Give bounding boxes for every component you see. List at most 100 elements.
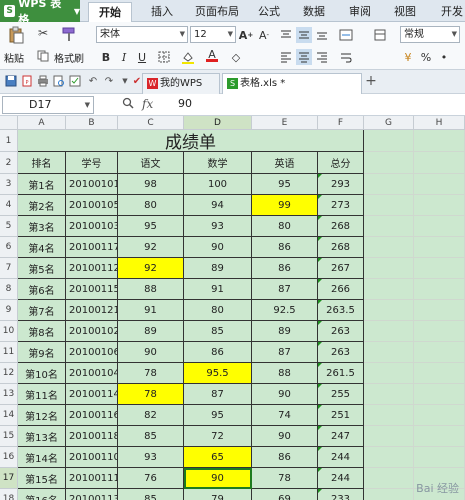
print-preview-icon[interactable] [52, 74, 66, 88]
cell[interactable] [414, 384, 465, 405]
table-cell[interactable]: 80 [184, 300, 252, 321]
table-cell[interactable]: 92 [118, 258, 184, 279]
cell-format-icon[interactable] [372, 27, 388, 43]
table-cell[interactable]: 87 [252, 279, 318, 300]
cell[interactable] [414, 130, 465, 152]
table-cell[interactable]: 87 [252, 342, 318, 363]
function-icon[interactable]: fx [142, 97, 153, 111]
wrap-text-icon[interactable] [338, 49, 354, 65]
table-cell[interactable]: 第10名 [18, 363, 66, 384]
row-header[interactable]: 7 [0, 258, 18, 279]
align-middle-icon[interactable] [296, 27, 312, 43]
table-cell[interactable]: 93 [118, 447, 184, 468]
row-header[interactable]: 10 [0, 321, 18, 342]
table-cell[interactable]: 20100102 [66, 321, 118, 342]
cell[interactable] [414, 363, 465, 384]
align-center-icon[interactable] [296, 49, 312, 65]
table-cell[interactable]: 267 [318, 258, 364, 279]
table-cell[interactable]: 第12名 [18, 405, 66, 426]
column-title-cell[interactable]: 总分 [318, 152, 364, 174]
table-cell[interactable]: 第1名 [18, 174, 66, 195]
cell[interactable] [364, 342, 414, 363]
border-icon[interactable] [156, 49, 172, 65]
table-cell[interactable]: 20100118 [66, 426, 118, 447]
cell[interactable] [364, 300, 414, 321]
table-cell[interactable]: 78 [252, 468, 318, 489]
table-cell[interactable]: 93 [184, 216, 252, 237]
table-cell[interactable]: 86 [184, 342, 252, 363]
column-header[interactable]: D [184, 116, 252, 130]
align-bottom-icon[interactable] [314, 27, 330, 43]
table-cell[interactable]: 92 [118, 237, 184, 258]
table-cell[interactable]: 268 [318, 216, 364, 237]
table-cell[interactable]: 244 [318, 468, 364, 489]
cell[interactable] [414, 152, 465, 174]
table-cell[interactable]: 20100111 [66, 468, 118, 489]
cell[interactable] [364, 468, 414, 489]
table-cell[interactable]: 第8名 [18, 321, 66, 342]
cell[interactable] [364, 489, 414, 500]
table-cell[interactable]: 89 [252, 321, 318, 342]
cell[interactable] [364, 237, 414, 258]
table-cell[interactable]: 85 [118, 489, 184, 500]
cell[interactable] [414, 447, 465, 468]
fill-color-icon[interactable] [180, 49, 196, 65]
table-cell[interactable]: 94 [184, 195, 252, 216]
cell[interactable] [414, 237, 465, 258]
new-tab-icon[interactable]: + [364, 73, 378, 89]
cell[interactable] [414, 321, 465, 342]
table-cell[interactable]: 91 [118, 300, 184, 321]
cell[interactable] [364, 384, 414, 405]
format-painter-icon[interactable] [60, 25, 78, 43]
table-cell[interactable]: 76 [118, 468, 184, 489]
sheet-title[interactable]: 成绩单 [18, 130, 364, 152]
table-cell[interactable]: 第13名 [18, 426, 66, 447]
table-cell[interactable]: 80 [252, 216, 318, 237]
table-cell[interactable]: 第16名 [18, 489, 66, 500]
menu-tab-4[interactable]: 数据 [296, 2, 332, 22]
column-title-cell[interactable]: 学号 [66, 152, 118, 174]
table-cell[interactable]: 69 [252, 489, 318, 500]
table-cell[interactable]: 95.5 [184, 363, 252, 384]
table-cell[interactable]: 95 [118, 216, 184, 237]
paste-icon[interactable] [6, 25, 26, 45]
menu-tab-2[interactable]: 页面布局 [188, 2, 246, 22]
cell[interactable] [364, 405, 414, 426]
column-title-cell[interactable]: 语文 [118, 152, 184, 174]
cell[interactable] [414, 279, 465, 300]
shrink-font-icon[interactable]: A- [256, 27, 272, 43]
font-name-select[interactable]: 宋体 ▼ [96, 26, 188, 43]
table-cell[interactable]: 99 [252, 195, 318, 216]
table-cell[interactable]: 251 [318, 405, 364, 426]
table-cell[interactable]: 268 [318, 237, 364, 258]
table-cell[interactable]: 88 [118, 279, 184, 300]
font-size-select[interactable]: 12 ▼ [190, 26, 236, 43]
column-header[interactable]: H [414, 116, 465, 130]
column-title-cell[interactable]: 英语 [252, 152, 318, 174]
doc-tab-spreadsheet[interactable]: S 表格.xls * [222, 73, 362, 94]
save-icon[interactable] [4, 74, 18, 88]
cell[interactable] [414, 426, 465, 447]
table-cell[interactable]: 263.5 [318, 300, 364, 321]
row-header[interactable]: 14 [0, 405, 18, 426]
row-header[interactable]: 4 [0, 195, 18, 216]
cell[interactable] [364, 216, 414, 237]
table-cell[interactable]: 20100117 [66, 237, 118, 258]
menu-tab-7[interactable]: 开发 [432, 2, 465, 22]
cell[interactable] [364, 130, 414, 152]
name-box[interactable]: D17 ▼ [2, 96, 94, 114]
column-header[interactable]: G [364, 116, 414, 130]
table-cell[interactable]: 第4名 [18, 237, 66, 258]
table-cell[interactable]: 20100121 [66, 300, 118, 321]
table-cell[interactable]: 86 [252, 447, 318, 468]
table-cell[interactable]: 266 [318, 279, 364, 300]
row-header[interactable]: 16 [0, 447, 18, 468]
menu-tab-3[interactable]: 公式 [252, 2, 286, 22]
align-left-icon[interactable] [278, 49, 294, 65]
table-cell[interactable]: 90 [252, 384, 318, 405]
table-cell[interactable]: 89 [184, 258, 252, 279]
font-color-icon[interactable]: A [204, 48, 220, 64]
table-cell[interactable]: 89 [118, 321, 184, 342]
align-right-icon[interactable] [314, 49, 330, 65]
table-cell[interactable]: 20100103 [66, 216, 118, 237]
